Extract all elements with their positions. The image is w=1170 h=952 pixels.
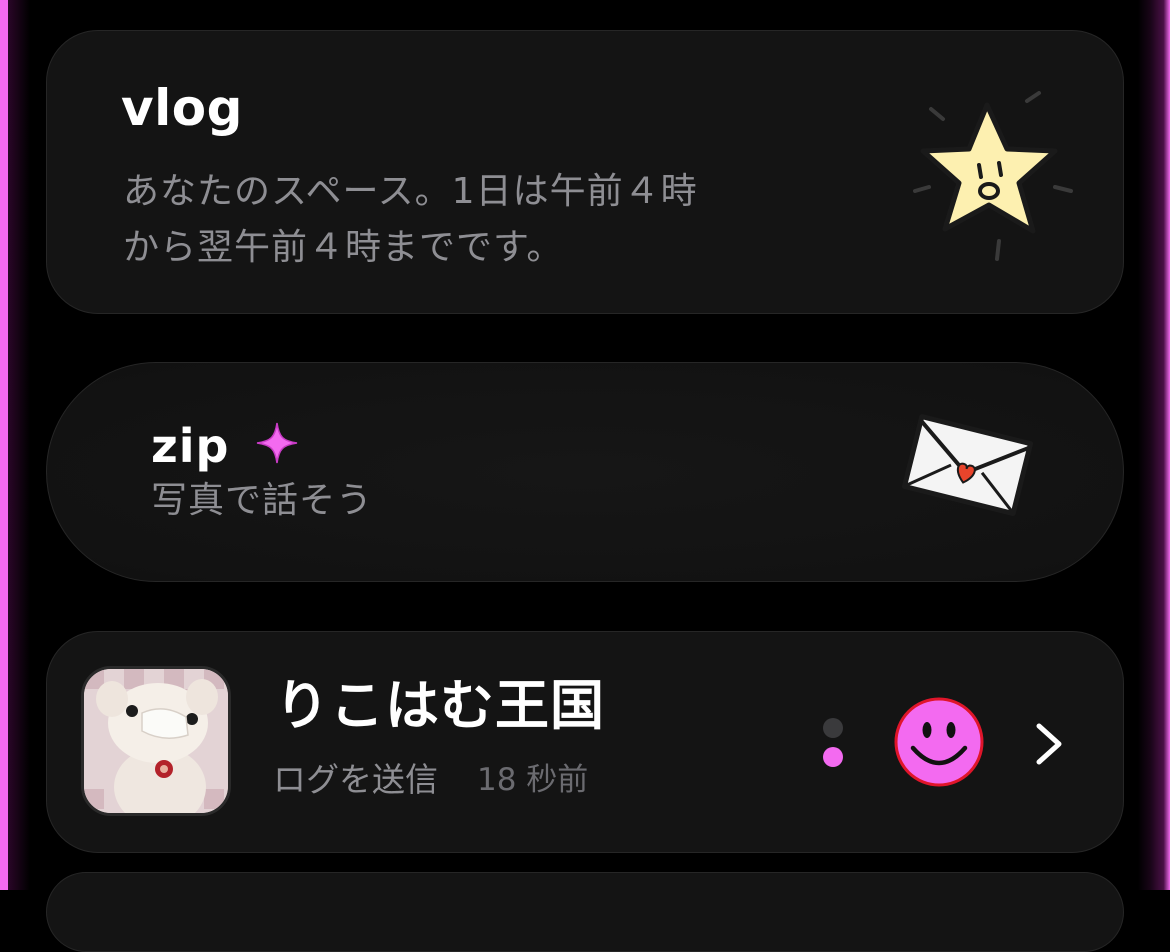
zip-logo: zip: [151, 419, 230, 473]
avatar: [81, 666, 231, 816]
group-name: りこはむ王国: [275, 674, 605, 737]
zip-card[interactable]: zip 写真で話そう: [46, 362, 1124, 582]
frame-edge-right: [1138, 0, 1170, 890]
vlog-description: あなたのスペース。1日は午前４時 から翌午前４時までです。: [123, 164, 823, 276]
group-card[interactable]: りこはむ王国 ログを送信 18 秒前: [46, 631, 1124, 853]
envelope-icon: [901, 414, 1034, 517]
sparkle-icon: [256, 422, 298, 464]
group-status: ログを送信: [273, 760, 438, 799]
star-icon: [913, 91, 1073, 261]
vlog-card[interactable]: vlog あなたのスペース。1日は午前４時 から翌午前４時までです。: [46, 30, 1124, 314]
vlog-description-line1: あなたのスペース。1日は午前４時: [123, 171, 698, 212]
chevron-right-icon[interactable]: [1031, 722, 1065, 766]
page-dot-inactive: [823, 718, 843, 738]
vlog-description-line2: から翌午前４時までです。: [123, 227, 564, 268]
page-dot-active: [823, 747, 843, 767]
frame-edge-left: [0, 0, 8, 890]
frame-glow-left: [8, 0, 30, 890]
next-card[interactable]: [46, 872, 1124, 952]
group-time: 18 秒前: [477, 762, 589, 798]
avatar-photo: [84, 669, 228, 813]
smiley-icon: [894, 697, 984, 787]
vlog-title: vlog: [121, 79, 243, 137]
zip-subtitle: 写真で話そう: [151, 480, 374, 521]
